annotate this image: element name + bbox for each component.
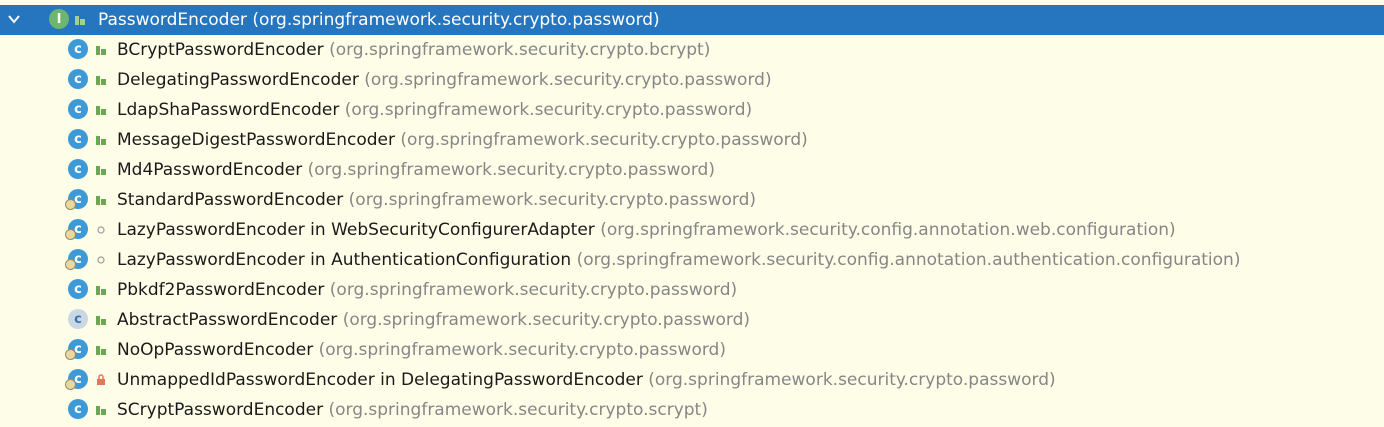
class-name: AbstractPasswordEncoder: [117, 310, 338, 330]
class-icon: c: [68, 99, 90, 121]
package-name: (org.springframework.security.config.ann…: [576, 250, 1241, 270]
public-visibility-icon: [96, 196, 106, 205]
class-name: MessageDigestPasswordEncoder: [117, 130, 396, 150]
tree-node-row[interactable]: c MessageDigestPasswordEncoder (org.sprin…: [0, 125, 1384, 155]
class-name: LazyPasswordEncoder in AuthenticationCon…: [117, 250, 572, 270]
package-private-icon: [97, 226, 105, 234]
class-name: Md4PasswordEncoder: [117, 160, 303, 180]
package-name: (org.springframework.security.crypto.pas…: [348, 190, 757, 210]
tree-node-row[interactable]: c LazyPasswordEncoder in WebSecurityConfi…: [0, 215, 1384, 245]
tree-node-row[interactable]: c BCryptPasswordEncoder (org.springframew…: [0, 35, 1384, 65]
private-lock-icon: [97, 374, 105, 385]
node-label: MessageDigestPasswordEncoder (org.spring…: [117, 130, 808, 150]
node-label: NoOpPasswordEncoder (org.springframework…: [117, 340, 726, 360]
tree-node-row[interactable]: c LdapShaPasswordEncoder (org.springframe…: [0, 95, 1384, 125]
class-name: NoOpPasswordEncoder: [117, 340, 314, 360]
class-icon: c: [68, 39, 90, 61]
class-name: SCryptPasswordEncoder: [117, 400, 324, 420]
public-visibility-icon: [96, 166, 106, 175]
node-label: Md4PasswordEncoder (org.springframework.…: [117, 160, 715, 180]
public-visibility-icon: [96, 46, 106, 55]
type-hierarchy-tree[interactable]: I PasswordEncoder (org.springframework.s…: [0, 0, 1384, 427]
tree-node-row[interactable]: c AbstractPasswordEncoder (org.springfram…: [0, 305, 1384, 335]
public-visibility-icon: [96, 406, 106, 415]
class-name: LdapShaPasswordEncoder: [117, 100, 340, 120]
class-icon: c: [65, 369, 90, 391]
node-label: Pbkdf2PasswordEncoder (org.springframewo…: [117, 280, 737, 300]
inner-class-overlay-icon: [65, 259, 76, 270]
class-icon: c: [68, 279, 90, 301]
package-name: (org.springframework.security.crypto.pas…: [400, 130, 808, 150]
node-label: LdapShaPasswordEncoder (org.springframew…: [117, 100, 752, 120]
class-name: PasswordEncoder: [98, 10, 247, 30]
class-icon: c: [65, 249, 90, 271]
node-label: SCryptPasswordEncoder (org.springframewo…: [117, 400, 708, 420]
tree-node-row[interactable]: c Md4PasswordEncoder (org.springframework…: [0, 155, 1384, 185]
class-name: LazyPasswordEncoder in WebSecurityConfig…: [117, 220, 595, 240]
public-visibility-icon: [96, 76, 106, 85]
node-label: DelegatingPasswordEncoder (org.springfra…: [117, 70, 772, 90]
deprecated-overlay-icon: [65, 349, 76, 360]
node-label: UnmappedIdPasswordEncoder in DelegatingP…: [117, 370, 1056, 390]
tree-node-row[interactable]: c Pbkdf2PasswordEncoder (org.springframew…: [0, 275, 1384, 305]
node-label: StandardPasswordEncoder (org.springframe…: [117, 190, 756, 210]
class-name: BCryptPasswordEncoder: [117, 40, 324, 60]
interface-icon: I: [49, 9, 71, 31]
class-name: DelegatingPasswordEncoder: [117, 70, 359, 90]
class-icon: c: [65, 219, 90, 241]
root-node-label: PasswordEncoder (org.springframework.sec…: [98, 10, 660, 30]
package-name: (org.springframework.security.crypto.pas…: [344, 100, 753, 120]
class-icon: c: [65, 189, 90, 211]
package-name: (org.springframework.security.config.ann…: [600, 220, 1176, 240]
deprecated-overlay-icon: [65, 199, 76, 210]
node-label: AbstractPasswordEncoder (org.springframe…: [117, 310, 750, 330]
package-name: (org.springframework.security.crypto.bcr…: [329, 40, 711, 60]
package-name: (org.springframework.security.crypto.pas…: [307, 160, 715, 180]
class-icon: c: [68, 309, 90, 331]
tree-node-row[interactable]: c StandardPasswordEncoder (org.springfram…: [0, 185, 1384, 215]
tree-node-row[interactable]: c DelegatingPasswordEncoder (org.springfr…: [0, 65, 1384, 95]
public-visibility-icon: [96, 106, 106, 115]
public-visibility-icon: [96, 346, 106, 355]
node-label: LazyPasswordEncoder in WebSecurityConfig…: [117, 220, 1176, 240]
public-visibility-icon: [96, 136, 106, 145]
class-name: UnmappedIdPasswordEncoder in DelegatingP…: [117, 370, 643, 390]
class-icon: c: [68, 69, 90, 91]
package-name: (org.springframework.security.crypto.scr…: [328, 400, 708, 420]
tree-node-row[interactable]: c NoOpPasswordEncoder (org.springframewor…: [0, 335, 1384, 365]
node-label: BCryptPasswordEncoder (org.springframewo…: [117, 40, 710, 60]
class-icon: c: [68, 129, 90, 151]
package-private-icon: [97, 256, 105, 264]
tree-node-row[interactable]: c UnmappedIdPasswordEncoder in Delegating…: [0, 365, 1384, 395]
tree-node-row[interactable]: c LazyPasswordEncoder in AuthenticationCo…: [0, 245, 1384, 275]
package-name: (org.springframework.security.crypto.pas…: [318, 340, 726, 360]
inner-class-overlay-icon: [65, 379, 76, 390]
inner-class-overlay-icon: [65, 229, 76, 240]
package-name: (org.springframework.security.crypto.pas…: [329, 280, 738, 300]
public-visibility-icon: [75, 16, 85, 25]
tree-node-row[interactable]: c SCryptPasswordEncoder (org.springframew…: [0, 395, 1384, 425]
class-name: Pbkdf2PasswordEncoder: [117, 280, 325, 300]
class-icon: c: [68, 159, 90, 181]
public-visibility-icon: [96, 316, 106, 325]
package-name: (org.springframework.security.crypto.pas…: [648, 370, 1056, 390]
class-icon: c: [68, 399, 90, 421]
class-name: StandardPasswordEncoder: [117, 190, 344, 210]
tree-root-row[interactable]: I PasswordEncoder (org.springframework.s…: [0, 5, 1384, 35]
chevron-down-icon[interactable]: [6, 11, 22, 27]
node-label: LazyPasswordEncoder in AuthenticationCon…: [117, 250, 1240, 270]
package-name: (org.springframework.security.crypto.pas…: [364, 70, 772, 90]
package-name: (org.springframework.security.crypto.pas…: [252, 10, 660, 30]
package-name: (org.springframework.security.crypto.pas…: [342, 310, 751, 330]
public-visibility-icon: [96, 286, 106, 295]
class-icon: c: [65, 339, 90, 361]
